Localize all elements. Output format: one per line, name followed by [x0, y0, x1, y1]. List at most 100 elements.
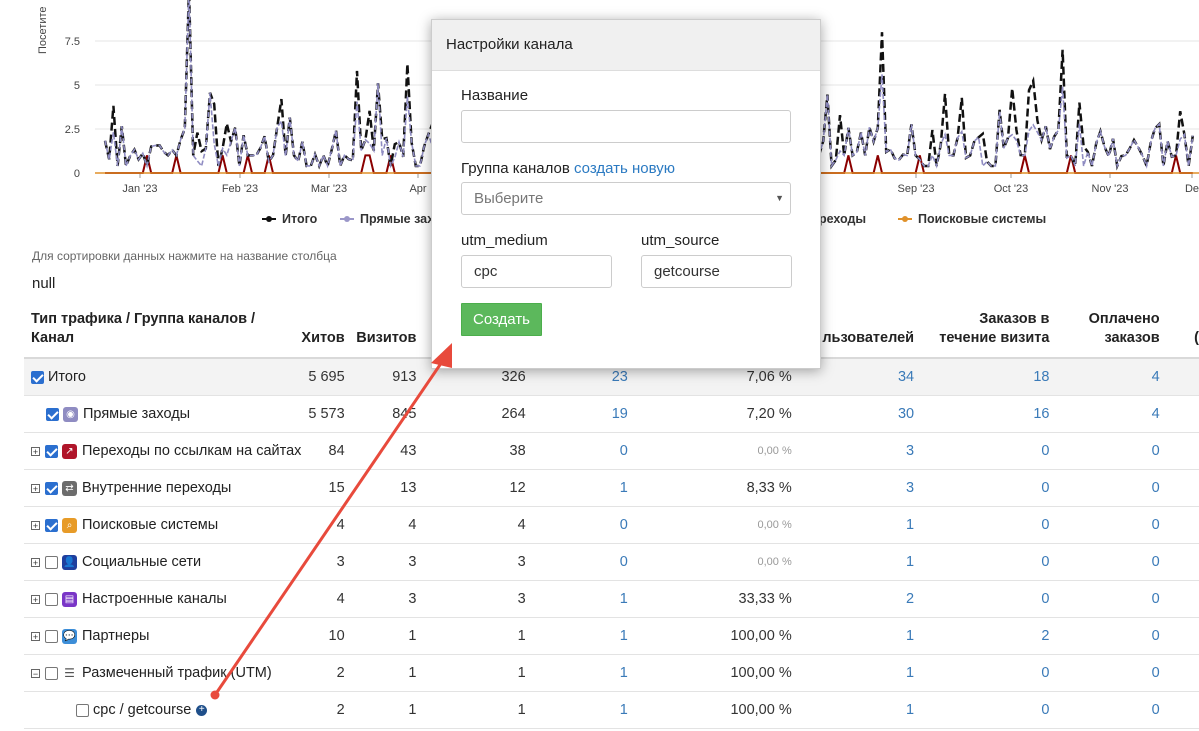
cell-users[interactable]: 3: [791, 469, 915, 507]
cell-users[interactable]: 1: [791, 691, 915, 729]
cell-paid[interactable]: 0: [1049, 506, 1160, 544]
cell-orders[interactable]: 16: [914, 395, 1050, 433]
expand-toggle-icon[interactable]: +: [31, 520, 40, 530]
cell-c4[interactable]: 1: [525, 580, 628, 618]
expand-toggle-icon[interactable]: −: [31, 668, 40, 678]
group-label-row: Группа каналов создать новую: [461, 160, 675, 177]
utm-medium-input[interactable]: [461, 255, 612, 288]
cell-visits: 913: [344, 358, 417, 396]
row-checkbox[interactable]: [45, 481, 58, 495]
row-checkbox[interactable]: [76, 703, 89, 717]
row-name[interactable]: Внутренние переходы: [82, 480, 231, 496]
row-name[interactable]: Партнеры: [82, 628, 149, 644]
y-axis-title: Посетите: [37, 7, 49, 55]
cell-paid[interactable]: 4: [1049, 358, 1160, 396]
cell-orders[interactable]: 18: [914, 358, 1050, 396]
cell-paid[interactable]: 4: [1049, 395, 1160, 433]
y-tick-label: 7.5: [65, 36, 80, 48]
cell-tail: [1159, 395, 1199, 433]
cell-paid[interactable]: 0: [1049, 580, 1160, 618]
x-tick-label: Mar '23: [311, 183, 347, 195]
cell-paid[interactable]: 0: [1049, 469, 1160, 507]
row-name[interactable]: Прямые заходы: [83, 406, 190, 422]
cell-c4[interactable]: 1: [525, 469, 628, 507]
null-label: null: [32, 275, 56, 292]
utm-source-input[interactable]: [641, 255, 792, 288]
cell-c4[interactable]: 0: [525, 432, 628, 470]
cell-paid[interactable]: 0: [1049, 432, 1160, 470]
cell-orders[interactable]: 0: [914, 469, 1050, 507]
cell-paid[interactable]: 0: [1049, 691, 1160, 729]
row-checkbox[interactable]: [45, 629, 58, 643]
header-hits[interactable]: Хитов: [301, 301, 345, 359]
cell-users[interactable]: 1: [791, 654, 915, 692]
cell-visits: 845: [344, 395, 417, 433]
row-checkbox[interactable]: [45, 555, 58, 569]
row-name[interactable]: cpc / getcourse: [93, 702, 191, 718]
cell-c3: 264: [416, 395, 526, 433]
expand-toggle-icon[interactable]: +: [31, 446, 40, 456]
cell-orders[interactable]: 0: [914, 506, 1050, 544]
cell-orders[interactable]: 0: [914, 580, 1050, 618]
y-tick-label: 2.5: [65, 124, 80, 136]
cell-hits: 5 695: [301, 358, 345, 396]
cell-orders[interactable]: 0: [914, 432, 1050, 470]
cell-visits: 3: [344, 543, 417, 581]
expand-toggle-icon[interactable]: +: [31, 594, 40, 604]
legend-label[interactable]: Итого: [282, 212, 318, 226]
row-checkbox[interactable]: [45, 518, 58, 532]
cell-c4[interactable]: 19: [525, 395, 628, 433]
group-select[interactable]: Выберите ▼: [461, 182, 791, 215]
row-name[interactable]: Размеченный трафик (UTM): [82, 665, 272, 681]
cell-c4[interactable]: 1: [525, 654, 628, 692]
cell-tail: [1159, 617, 1199, 655]
cell-users[interactable]: 1: [791, 617, 915, 655]
cell-tail: [1159, 358, 1199, 396]
cell-orders[interactable]: 2: [914, 617, 1050, 655]
row-name[interactable]: Итого: [48, 369, 86, 385]
cell-c4[interactable]: 1: [525, 691, 628, 729]
expand-toggle-icon[interactable]: +: [31, 483, 40, 493]
legend-label[interactable]: Прямые зах: [360, 212, 434, 226]
row-checkbox[interactable]: [45, 444, 58, 458]
cell-pct: 8,33 %: [627, 469, 792, 507]
header-visits[interactable]: Визитов: [344, 301, 417, 359]
create-button[interactable]: Создать: [461, 303, 542, 336]
cell-users[interactable]: 1: [791, 543, 915, 581]
cell-orders[interactable]: 0: [914, 691, 1050, 729]
cell-paid[interactable]: 0: [1049, 654, 1160, 692]
row-checkbox[interactable]: [46, 407, 59, 421]
row-name[interactable]: Настроенные каналы: [82, 591, 227, 607]
header-paid[interactable]: Оплачено заказов: [1049, 301, 1160, 359]
cell-c4[interactable]: 1: [525, 617, 628, 655]
cell-orders[interactable]: 0: [914, 543, 1050, 581]
cell-tail: [1159, 432, 1199, 470]
header-name[interactable]: Тип трафика / Группа каналов / Канал: [24, 301, 302, 359]
add-channel-icon[interactable]: +: [196, 704, 208, 716]
cell-users[interactable]: 30: [791, 395, 915, 433]
row-checkbox[interactable]: [31, 370, 44, 384]
cell-users[interactable]: 1: [791, 506, 915, 544]
row-name[interactable]: Социальные сети: [82, 554, 201, 570]
create-group-link[interactable]: создать новую: [574, 160, 675, 177]
expand-toggle-icon[interactable]: +: [31, 631, 40, 641]
row-name[interactable]: Поисковые системы: [82, 517, 218, 533]
row-name[interactable]: Переходы по ссылкам на сайтах: [82, 443, 301, 459]
header-tail[interactable]: (: [1159, 301, 1199, 359]
cell-c4[interactable]: 0: [525, 543, 628, 581]
legend-label[interactable]: Поисковые системы: [918, 212, 1046, 226]
name-input[interactable]: [461, 110, 791, 143]
cell-visits: 43: [344, 432, 417, 470]
row-checkbox[interactable]: [45, 592, 58, 606]
cell-users[interactable]: 3: [791, 432, 915, 470]
cell-c3: 1: [416, 617, 526, 655]
row-checkbox[interactable]: [45, 666, 58, 680]
cell-c4[interactable]: 0: [525, 506, 628, 544]
header-orders[interactable]: Заказов в течение визита: [914, 301, 1050, 359]
expand-toggle-icon[interactable]: +: [31, 557, 40, 567]
cell-paid[interactable]: 0: [1049, 617, 1160, 655]
cell-users[interactable]: 2: [791, 580, 915, 618]
cell-orders[interactable]: 0: [914, 654, 1050, 692]
cell-paid[interactable]: 0: [1049, 543, 1160, 581]
medium-label: utm_medium: [461, 232, 548, 249]
